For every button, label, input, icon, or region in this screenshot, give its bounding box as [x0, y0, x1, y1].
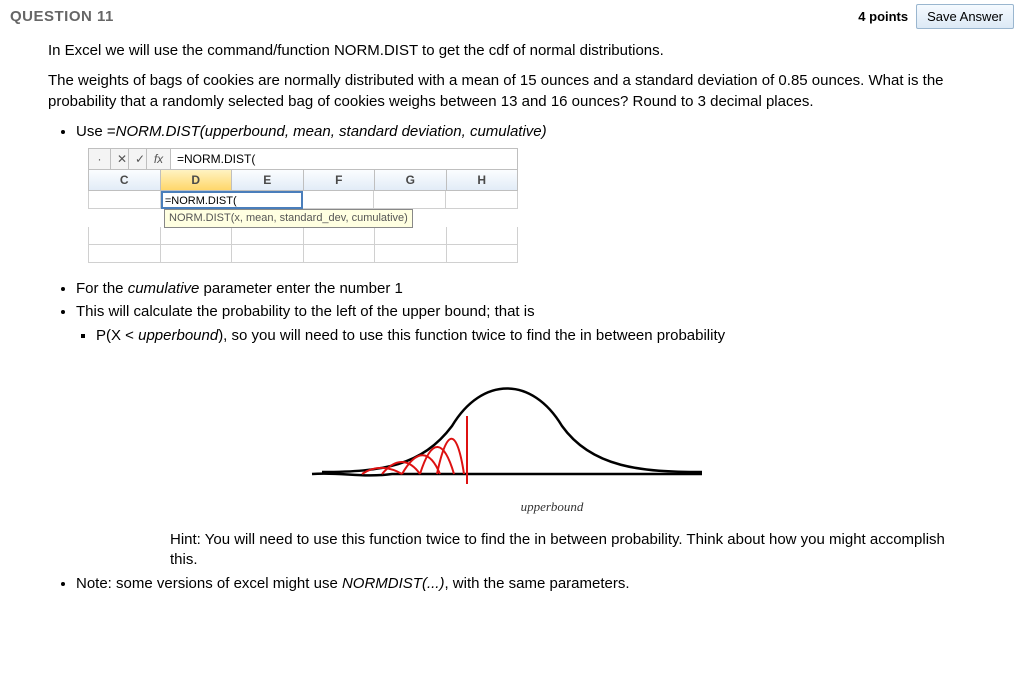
col-e: E — [232, 170, 304, 191]
save-answer-button[interactable]: Save Answer — [916, 4, 1014, 29]
bell-curve-svg — [302, 356, 722, 496]
bullet-leftprob: This will calculate the probability to t… — [76, 302, 976, 322]
points-label: 4 points — [858, 9, 908, 24]
hint-text: Hint: You will need to use this function… — [170, 530, 976, 571]
fx-dropdown-icon: · — [89, 149, 111, 169]
intro-text: In Excel we will use the command/functio… — [48, 41, 976, 61]
fx-accept-icon: ✓ — [129, 149, 147, 169]
bullet-note: Note: some versions of excel might use N… — [76, 574, 976, 594]
cell-f — [303, 191, 375, 209]
problem-text: The weights of bags of cookies are norma… — [48, 71, 976, 112]
bell-curve-figure: upperbound — [282, 356, 742, 516]
col-c: C — [88, 170, 161, 191]
bullet-use-formula: NORM.DIST(upperbound, mean, standard dev… — [116, 123, 547, 140]
curve-upperbound-label: upperbound — [282, 498, 742, 516]
column-headers: C D E F G H — [88, 170, 518, 191]
col-f: F — [304, 170, 376, 191]
col-g: G — [375, 170, 447, 191]
bullet-use: Use =NORM.DIST(upperbound, mean, standar… — [76, 122, 976, 142]
formula-bar-value: =NORM.DIST( — [171, 149, 517, 169]
active-cell: =NORM.DIST( — [161, 191, 303, 209]
cell-h — [446, 191, 518, 209]
excel-snapshot: · ✕ ✓ fx =NORM.DIST( C D E F G H =NORM.D… — [88, 148, 518, 263]
col-d: D — [161, 170, 233, 191]
cell-g — [374, 191, 446, 209]
fx-label: fx — [147, 149, 171, 169]
col-h: H — [447, 170, 519, 191]
fx-cancel-icon: ✕ — [111, 149, 129, 169]
function-tooltip: NORM.DIST(x, mean, standard_dev, cumulat… — [164, 209, 413, 228]
bullet-cumulative: For the cumulative parameter enter the n… — [76, 279, 976, 299]
bullet-use-prefix: Use = — [76, 123, 116, 140]
question-body: In Excel we will use the command/functio… — [0, 41, 1024, 616]
question-title: QUESTION 11 — [10, 8, 858, 25]
cell-c — [88, 191, 161, 209]
sub-bullet-px: P(X < upperbound), so you will need to u… — [96, 326, 976, 346]
